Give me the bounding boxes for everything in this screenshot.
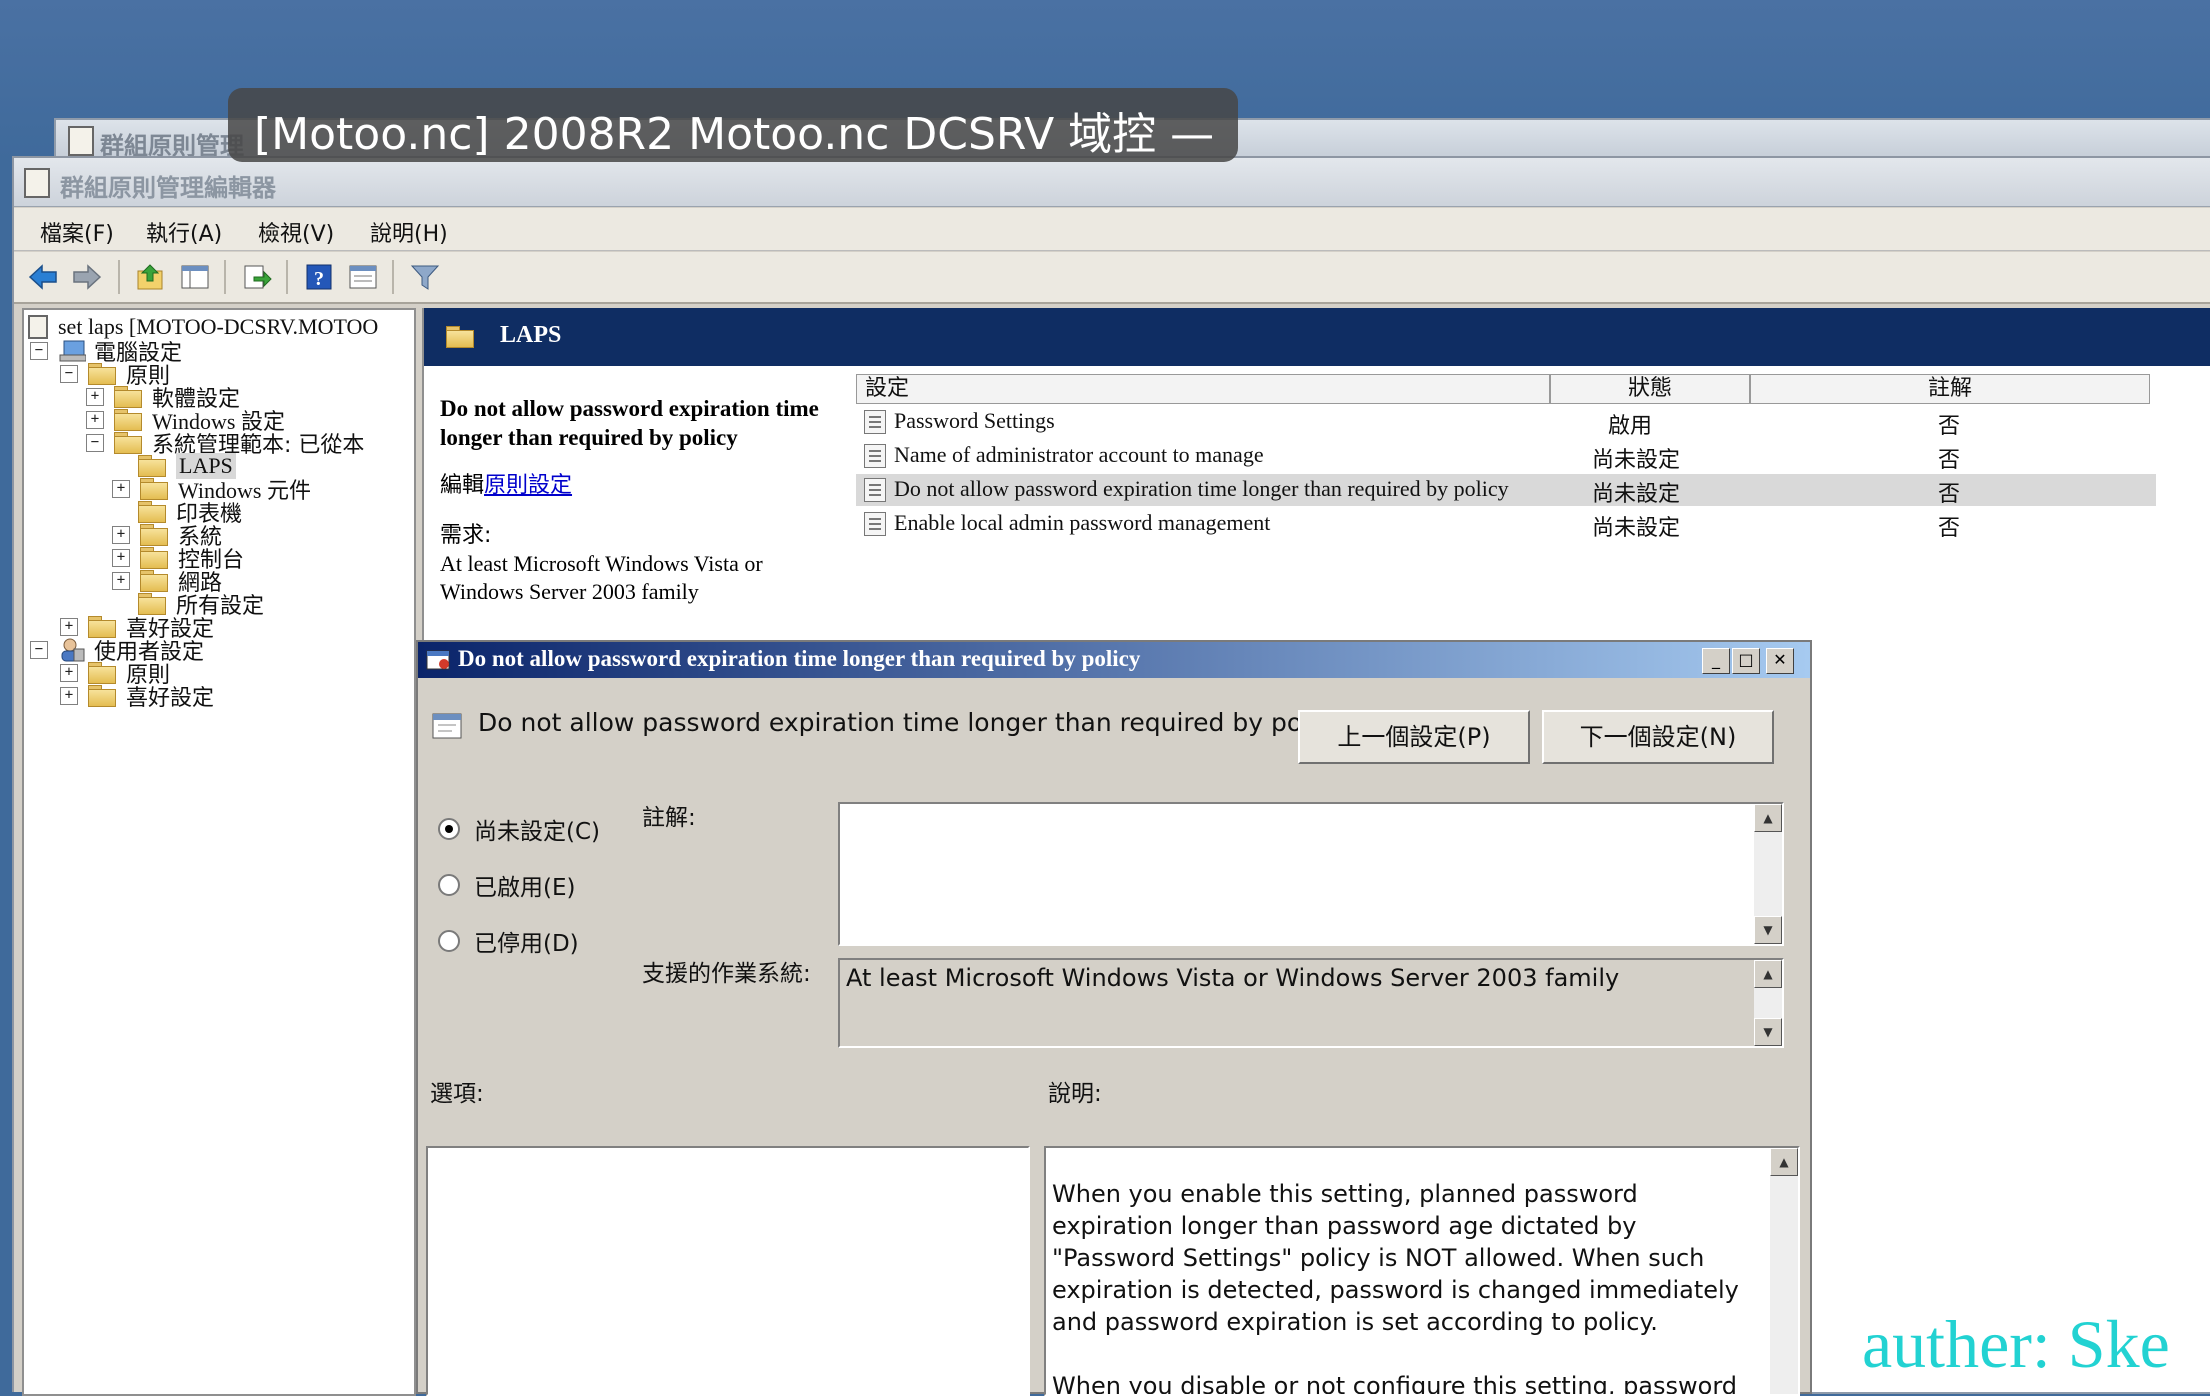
expand-icon[interactable]: + <box>60 687 78 705</box>
expand-icon[interactable]: + <box>112 526 130 544</box>
toolbar-separator <box>118 260 120 294</box>
comment-field[interactable]: ▲ ▼ <box>838 802 1784 946</box>
window-title: 群組原則管理編輯器 <box>60 174 276 202</box>
table-row[interactable]: Enable local admin password management 尚… <box>856 508 2156 541</box>
comment-scrollbar[interactable]: ▲ ▼ <box>1754 804 1782 944</box>
show-hide-tree-icon[interactable] <box>178 260 212 294</box>
table-row[interactable]: Name of administrator account to manage … <box>856 440 2156 473</box>
supported-os-field: At least Microsoft Windows Vista or Wind… <box>838 958 1784 1048</box>
column-header-comment[interactable]: 註解 <box>1750 374 2150 404</box>
detail-heading: Do not allow password expiration time lo… <box>440 396 819 450</box>
scroll-up-icon[interactable]: ▲ <box>1754 804 1782 832</box>
policy-setting-icon <box>864 478 886 502</box>
folder-icon <box>88 685 116 707</box>
requirements-label: 需求: <box>440 523 492 548</box>
maximize-button[interactable]: □ <box>1732 648 1760 674</box>
policy-setting-dialog: Do not allow password expiration time lo… <box>416 640 1812 1396</box>
requirements-text: At least Microsoft Windows Vista or Wind… <box>440 551 763 604</box>
options-label: 選項: <box>430 1081 484 1107</box>
minimize-button[interactable]: _ <box>1702 648 1730 674</box>
options-panel <box>426 1146 1030 1396</box>
policy-setting-icon <box>864 512 886 536</box>
filter-icon[interactable] <box>408 260 442 294</box>
svg-text:?: ? <box>314 268 324 290</box>
supported-os-scrollbar[interactable]: ▲ ▼ <box>1754 960 1782 1046</box>
menu-action[interactable]: 執行(A) <box>146 216 222 248</box>
author-watermark: auther: Ske <box>1862 1306 2170 1382</box>
expand-icon[interactable]: + <box>60 618 78 636</box>
help-panel: When you enable this setting, planned pa… <box>1044 1146 1800 1396</box>
policy-setting-icon <box>864 410 886 434</box>
video-title: [Motoo.nc] 2008R2 Motoo.nc DCSRV 域控 — <box>254 109 1215 160</box>
back-icon[interactable] <box>26 260 60 294</box>
previous-setting-button[interactable]: 上一個設定(P) <box>1298 710 1530 764</box>
navigation-tree: set laps [MOTOO-DCSRV.MOTOO − 電腦設定 − 原則 … <box>22 308 416 1396</box>
gp-editor-icon <box>24 168 50 198</box>
menu-help[interactable]: 說明(H) <box>370 216 448 248</box>
scroll-down-icon[interactable]: ▼ <box>1754 1018 1782 1046</box>
radio-not-configured[interactable]: 尚未設定(C) <box>438 812 600 846</box>
up-icon[interactable] <box>134 260 168 294</box>
toolbar: ? <box>14 252 2210 304</box>
window-titlebar[interactable]: 群組原則管理編輯器 <box>14 158 2210 207</box>
forward-icon[interactable] <box>70 260 104 294</box>
table-row[interactable]: Password Settings 啟用 否 <box>856 406 2156 439</box>
setting-name: Do not allow password expiration time lo… <box>478 708 1345 737</box>
radio-button[interactable] <box>438 930 460 952</box>
radio-enabled[interactable]: 已啟用(E) <box>438 868 575 902</box>
help-text-paragraph: When you disable or not configure this s… <box>1052 1372 1738 1396</box>
menu-file[interactable]: 檔案(F) <box>40 216 114 248</box>
radio-button[interactable] <box>438 818 460 840</box>
dialog-title: Do not allow password expiration time lo… <box>458 646 1141 671</box>
column-header-state[interactable]: 狀態 <box>1550 374 1750 404</box>
scroll-up-icon[interactable]: ▲ <box>1770 1148 1798 1176</box>
help-label: 說明: <box>1048 1081 1102 1107</box>
expand-icon[interactable]: + <box>112 549 130 567</box>
extended-description: Do not allow password expiration time lo… <box>440 394 840 606</box>
expand-icon[interactable]: + <box>86 411 104 429</box>
close-button[interactable]: ✕ <box>1766 648 1794 674</box>
policy-dialog-icon <box>426 648 452 676</box>
toolbar-separator <box>286 260 288 294</box>
comment-label: 註解: <box>642 805 696 831</box>
expand-icon[interactable]: + <box>112 572 130 590</box>
expand-icon[interactable]: + <box>86 388 104 406</box>
collapse-icon[interactable]: − <box>30 641 48 659</box>
folder-header: LAPS <box>424 308 2210 366</box>
collapse-icon[interactable]: − <box>30 342 48 360</box>
next-setting-button[interactable]: 下一個設定(N) <box>1542 710 1774 764</box>
edit-policy-line: 編輯原則設定 <box>440 473 573 498</box>
dialog-titlebar[interactable]: Do not allow password expiration time lo… <box>418 642 1810 678</box>
header-curve <box>424 366 834 388</box>
expand-icon[interactable]: + <box>112 480 130 498</box>
folder-header-title: LAPS <box>500 322 562 348</box>
help-scrollbar[interactable]: ▲ <box>1770 1148 1798 1394</box>
menu-view[interactable]: 檢視(V) <box>258 216 334 248</box>
collapse-icon[interactable]: − <box>60 365 78 383</box>
export-icon[interactable] <box>240 260 274 294</box>
scroll-down-icon[interactable]: ▼ <box>1754 916 1782 944</box>
toolbar-separator <box>224 260 226 294</box>
tree-user-preferences[interactable]: + 喜好設定 <box>60 681 214 711</box>
radio-disabled[interactable]: 已停用(D) <box>438 924 579 958</box>
collapse-icon[interactable]: − <box>86 434 104 452</box>
radio-button[interactable] <box>438 874 460 896</box>
gpmc-icon <box>68 126 94 156</box>
policy-setting-icon <box>864 444 886 468</box>
help-text-paragraph: When you enable this setting, planned pa… <box>1052 1180 1739 1336</box>
column-header-setting[interactable]: 設定 <box>856 374 1550 404</box>
edit-policy-link[interactable]: 原則設定 <box>484 473 572 498</box>
scroll-up-icon[interactable]: ▲ <box>1754 960 1782 988</box>
help-icon[interactable]: ? <box>302 260 336 294</box>
settings-list: 設定 狀態 註解 Password Settings 啟用 否 Name of … <box>856 374 2210 594</box>
toolbar-separator <box>392 260 394 294</box>
supported-os-label: 支援的作業系統: <box>642 961 811 987</box>
table-row[interactable]: Do not allow password expiration time lo… <box>856 474 2156 507</box>
setting-icon <box>432 710 462 744</box>
video-title-overlay: [Motoo.nc] 2008R2 Motoo.nc DCSRV 域控 — <box>228 88 1238 162</box>
menubar: 檔案(F) 執行(A) 檢視(V) 說明(H) <box>14 208 2210 251</box>
properties-icon[interactable] <box>346 260 380 294</box>
expand-icon[interactable]: + <box>60 664 78 682</box>
